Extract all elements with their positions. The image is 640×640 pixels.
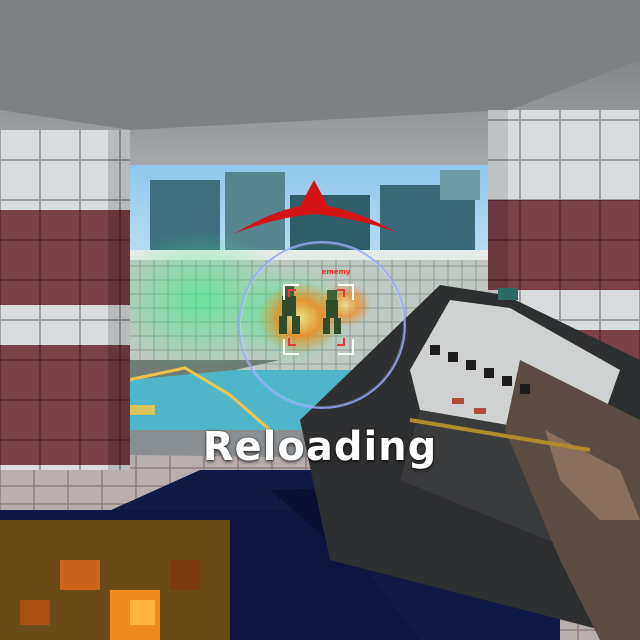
target-marker-bottom-right	[337, 338, 345, 346]
crosshair-icon	[238, 241, 406, 409]
enemy-name-tag: ememy	[321, 268, 351, 276]
reload-status-text: Reloading	[202, 424, 438, 470]
target-marker-top-right	[337, 289, 345, 297]
target-marker-top-left	[288, 289, 296, 297]
target-marker-bottom-left	[288, 338, 296, 346]
